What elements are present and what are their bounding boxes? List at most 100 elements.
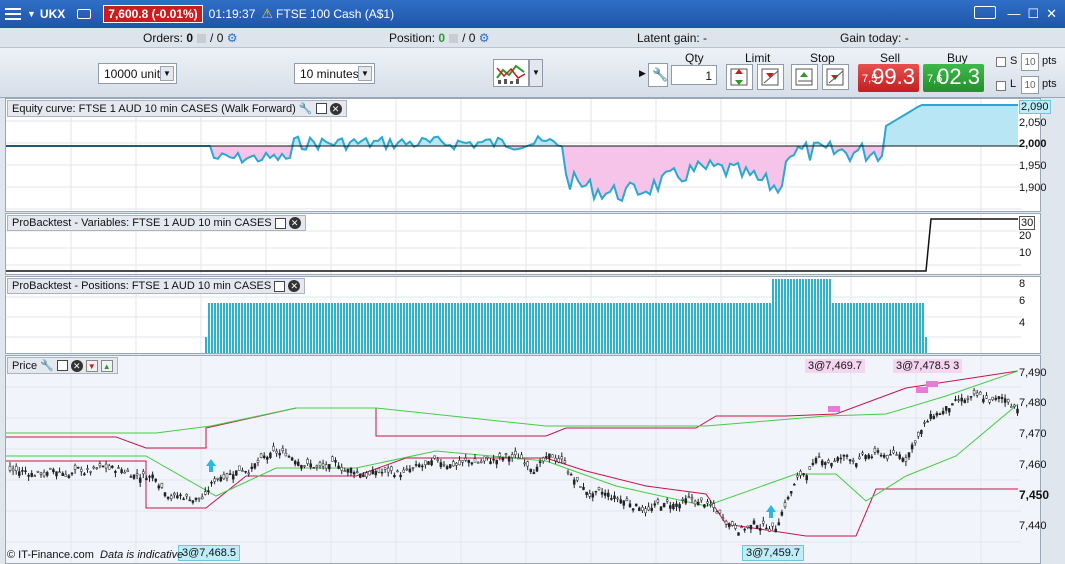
stop-points-input[interactable]: 10 bbox=[1021, 53, 1039, 71]
candle bbox=[256, 460, 260, 463]
symbol-label[interactable]: UKX bbox=[40, 7, 65, 21]
position-bar bbox=[673, 303, 675, 353]
wrench-button[interactable]: 🔧 bbox=[648, 63, 668, 87]
candle bbox=[207, 490, 210, 492]
cancel-orders-icon[interactable] bbox=[197, 34, 207, 44]
position-bar bbox=[847, 303, 849, 353]
warning-icon: ⚠ bbox=[261, 6, 274, 21]
position-bar bbox=[598, 303, 600, 353]
candle bbox=[169, 495, 173, 500]
maximize-panel-icon[interactable] bbox=[56, 360, 68, 371]
candle bbox=[529, 468, 533, 472]
position-bar bbox=[880, 303, 882, 353]
position-bar bbox=[754, 303, 756, 353]
candle bbox=[510, 454, 514, 458]
candle bbox=[355, 471, 359, 474]
close-position-icon[interactable] bbox=[449, 34, 459, 44]
candle bbox=[796, 475, 799, 478]
candle bbox=[489, 461, 492, 465]
candle bbox=[848, 459, 852, 462]
qty-input[interactable]: 1 bbox=[671, 65, 717, 85]
position-bar bbox=[427, 303, 429, 353]
candle bbox=[845, 455, 849, 457]
move-up-icon[interactable]: ▲ bbox=[100, 359, 113, 372]
link-icon[interactable] bbox=[77, 9, 92, 19]
position-bar bbox=[628, 303, 630, 353]
chevron-down-icon[interactable]: ▼ bbox=[27, 9, 36, 19]
move-down-icon[interactable]: ▼ bbox=[85, 359, 98, 372]
limit-buy-button[interactable] bbox=[726, 64, 753, 90]
collapse-arrow-icon[interactable]: ▶ bbox=[639, 68, 646, 79]
position-total: / 0 bbox=[462, 31, 476, 45]
position-bar bbox=[496, 303, 498, 353]
candle bbox=[535, 466, 539, 472]
stop-checkbox[interactable] bbox=[996, 57, 1006, 67]
candle bbox=[644, 508, 647, 514]
timeframe-select[interactable]: 10 minutes ▼ bbox=[294, 63, 375, 84]
candle bbox=[343, 470, 347, 472]
close-panel-icon[interactable]: ✕ bbox=[288, 217, 301, 229]
candle bbox=[231, 474, 235, 480]
position-bar bbox=[490, 303, 492, 353]
position-bar bbox=[871, 303, 873, 353]
candle bbox=[42, 471, 46, 477]
candle bbox=[284, 452, 288, 457]
candle bbox=[11, 468, 15, 472]
position-bar bbox=[718, 303, 720, 353]
candle bbox=[473, 458, 477, 463]
limit-label: Limit bbox=[745, 51, 771, 65]
chart-type-button[interactable] bbox=[493, 59, 529, 87]
keyboard-icon[interactable] bbox=[974, 6, 997, 19]
candle bbox=[272, 445, 275, 451]
lower-band bbox=[6, 370, 1019, 434]
stop-sell-icon bbox=[826, 68, 844, 86]
candle bbox=[362, 474, 365, 478]
limit-sell-button[interactable] bbox=[757, 64, 784, 90]
position-bar bbox=[601, 303, 603, 353]
wrench-icon[interactable]: 🔧 bbox=[40, 359, 54, 372]
stop-sell-button[interactable] bbox=[822, 64, 849, 90]
candle bbox=[275, 450, 278, 454]
sell-button[interactable]: 7,5 99.3 bbox=[858, 64, 919, 92]
candle bbox=[861, 452, 864, 455]
maximize-button[interactable]: ☐ bbox=[1027, 6, 1039, 22]
orders-value: 0 bbox=[186, 31, 194, 45]
chevron-down-icon[interactable]: ▼ bbox=[160, 66, 174, 81]
units-select[interactable]: 10000 units ▼ bbox=[98, 63, 177, 84]
position-bar bbox=[220, 303, 222, 353]
candle bbox=[926, 420, 929, 423]
position-bar bbox=[292, 303, 294, 353]
limit-points-input[interactable]: 10 bbox=[1021, 76, 1039, 94]
close-button[interactable]: ✕ bbox=[1046, 6, 1057, 22]
candle bbox=[793, 484, 796, 486]
candle bbox=[393, 475, 396, 477]
close-panel-icon[interactable]: ✕ bbox=[288, 280, 301, 292]
stop-buy-icon bbox=[795, 68, 813, 86]
close-panel-icon[interactable]: ✕ bbox=[70, 359, 83, 372]
position-bar bbox=[274, 303, 276, 353]
position-bar bbox=[562, 303, 564, 353]
gear-icon[interactable]: ⚙ bbox=[227, 31, 238, 45]
candle bbox=[817, 456, 821, 458]
orders-status: Orders: 0 / 0 ⚙ bbox=[143, 31, 238, 45]
candle bbox=[907, 452, 911, 458]
buy-button[interactable]: 7,6 02.3 bbox=[923, 64, 984, 92]
stop-buy-button[interactable] bbox=[791, 64, 818, 90]
menu-icon[interactable] bbox=[5, 8, 21, 20]
candle bbox=[557, 458, 560, 463]
chevron-down-icon[interactable]: ▼ bbox=[529, 59, 543, 87]
maximize-panel-icon[interactable] bbox=[315, 103, 327, 114]
wrench-icon[interactable]: 🔧 bbox=[299, 102, 313, 115]
position-bar bbox=[910, 303, 912, 353]
maximize-panel-icon[interactable] bbox=[274, 217, 286, 229]
candle bbox=[799, 470, 802, 476]
gear-icon[interactable]: ⚙ bbox=[479, 31, 490, 45]
candle bbox=[430, 460, 433, 466]
chevron-down-icon[interactable]: ▼ bbox=[358, 66, 372, 81]
maximize-panel-icon[interactable] bbox=[274, 280, 286, 292]
position-bar bbox=[865, 303, 867, 353]
minimize-button[interactable]: — bbox=[1007, 6, 1020, 22]
position-bar bbox=[415, 303, 417, 353]
close-panel-icon[interactable]: ✕ bbox=[329, 102, 342, 115]
limit-checkbox[interactable] bbox=[996, 81, 1006, 91]
